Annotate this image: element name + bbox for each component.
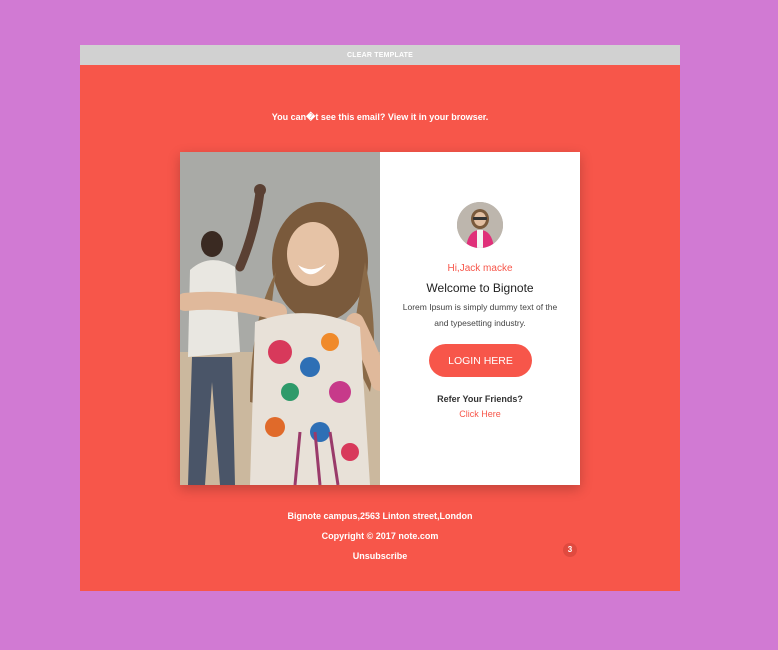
refer-friends-label: Refer Your Friends? [437,394,523,404]
avatar-illustration [457,202,503,248]
count-badge: 3 [563,543,577,557]
browser-notice-text: You can�t see this email? [271,112,388,122]
welcome-title: Welcome to Bignote [426,281,534,295]
greeting-text: Hi,Jack macke [447,263,513,274]
footer: Bignote campus,2563 Linton street,London… [80,510,680,570]
welcome-card: Hi,Jack macke Welcome to Bignote Lorem I… [180,152,580,485]
footer-address: Bignote campus,2563 Linton street,London [287,511,473,521]
view-in-browser-link[interactable]: View it in your browser. [388,112,488,122]
hero-photo [180,152,380,485]
unsubscribe-link[interactable]: Unsubscribe [80,550,680,570]
email-frame: CLEAR TEMPLATE You can�t see this email?… [80,45,680,591]
avatar [457,202,503,248]
footer-copyright: Copyright © 2017 note.com [321,531,439,541]
hero-photo-illustration [180,152,380,485]
login-button[interactable]: LOGIN HERE [429,344,532,377]
browser-notice: You can�t see this email? View it in you… [80,112,680,123]
welcome-content: Hi,Jack macke Welcome to Bignote Lorem I… [380,152,580,485]
template-title: CLEAR TEMPLATE [346,51,414,59]
template-title-bar: CLEAR TEMPLATE [80,45,680,65]
welcome-description: Lorem Ipsum is simply dummy text of the … [402,302,558,328]
refer-click-here-link[interactable]: Click Here [380,409,580,419]
